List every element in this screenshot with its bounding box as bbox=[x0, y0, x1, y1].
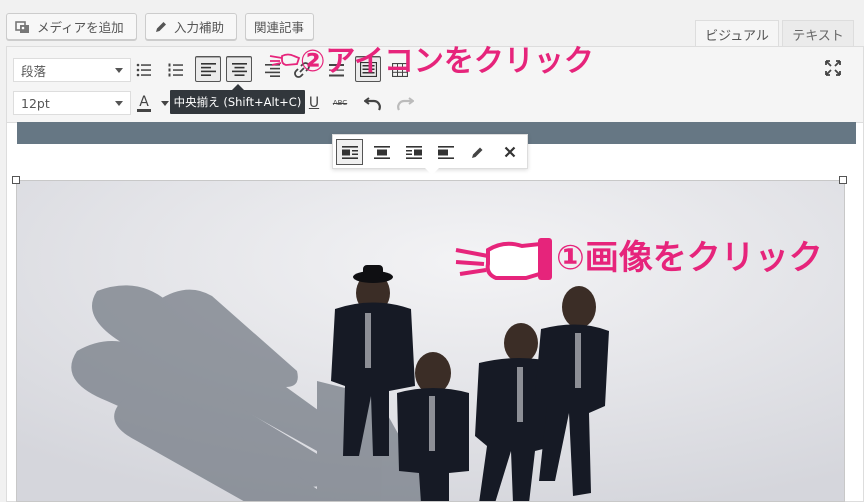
align-left-icon bbox=[200, 62, 216, 76]
media-icon bbox=[15, 20, 29, 33]
chevron-down-icon bbox=[161, 100, 169, 106]
tab-text-label: テキスト bbox=[792, 28, 844, 44]
chevron-down-icon bbox=[115, 68, 123, 73]
image-align-center-button[interactable] bbox=[368, 139, 395, 165]
undo-icon bbox=[364, 97, 381, 111]
format-select-value: 段落 bbox=[21, 63, 47, 79]
tab-visual-label: ビジュアル bbox=[705, 28, 769, 44]
resize-handle-top-left[interactable] bbox=[12, 176, 20, 184]
image-align-right-icon bbox=[405, 145, 422, 159]
fullscreen-button[interactable] bbox=[820, 55, 846, 81]
image-align-right-button[interactable] bbox=[400, 139, 427, 165]
image-align-center-icon bbox=[373, 145, 390, 159]
close-icon bbox=[504, 146, 515, 158]
font-size-select[interactable]: 12pt bbox=[13, 91, 131, 115]
resize-handle-top-right[interactable] bbox=[839, 176, 847, 184]
annotation-step1: ①画像をクリック bbox=[556, 238, 823, 278]
image-align-left-button[interactable] bbox=[336, 139, 363, 165]
input-assist-label: 入力補助 bbox=[174, 20, 225, 35]
bullet-list-icon bbox=[136, 63, 151, 77]
input-assist-button[interactable]: 入力補助 bbox=[145, 13, 237, 40]
undo-button[interactable] bbox=[360, 90, 386, 116]
redo-icon bbox=[397, 97, 414, 111]
add-media-label: メディアを追加 bbox=[37, 20, 124, 35]
related-posts-label: 関連記事 bbox=[254, 20, 305, 35]
image-remove-button[interactable] bbox=[496, 139, 523, 165]
underline-icon: U bbox=[308, 95, 320, 111]
pointing-hand-icon bbox=[455, 238, 552, 280]
image-align-left-icon bbox=[341, 145, 358, 159]
band-photo[interactable] bbox=[16, 180, 845, 502]
pencil-icon bbox=[472, 147, 483, 158]
align-left-button[interactable] bbox=[195, 56, 221, 82]
chevron-down-icon bbox=[115, 101, 123, 106]
text-color-icon: A bbox=[137, 93, 151, 112]
pointing-hand-icon bbox=[269, 53, 301, 66]
align-center-tooltip: 中央揃え (Shift+Alt+C) bbox=[170, 84, 305, 114]
strikethrough-icon: ABC bbox=[332, 99, 348, 107]
numbered-list-button[interactable] bbox=[163, 57, 189, 83]
image-no-align-button[interactable] bbox=[432, 139, 459, 165]
image-toolbar bbox=[332, 134, 528, 175]
align-center-button[interactable] bbox=[226, 56, 252, 82]
font-size-select-value: 12pt bbox=[21, 95, 50, 111]
align-center-icon bbox=[231, 62, 247, 76]
redo-button[interactable] bbox=[392, 90, 418, 116]
add-media-button[interactable]: メディアを追加 bbox=[6, 13, 137, 40]
tab-visual[interactable]: ビジュアル bbox=[695, 20, 779, 47]
strikethrough-button[interactable]: ABC bbox=[327, 90, 353, 116]
numbered-list-icon bbox=[168, 63, 183, 77]
text-color-button[interactable]: A bbox=[131, 90, 157, 116]
format-select[interactable]: 段落 bbox=[13, 58, 131, 82]
annotation-step2: ②アイコンをクリック bbox=[300, 44, 594, 79]
pencil-icon bbox=[156, 21, 166, 32]
tooltip-text: 中央揃え (Shift+Alt+C) bbox=[173, 95, 302, 109]
bullet-list-button[interactable] bbox=[131, 57, 157, 83]
image-no-align-icon bbox=[437, 145, 454, 159]
fullscreen-icon bbox=[825, 60, 841, 76]
image-edit-button[interactable] bbox=[464, 139, 491, 165]
editor-screen: メディアを追加 入力補助 関連記事 ビジュアル テキスト 段落 12pt A U… bbox=[0, 0, 864, 502]
tab-text[interactable]: テキスト bbox=[782, 20, 854, 47]
